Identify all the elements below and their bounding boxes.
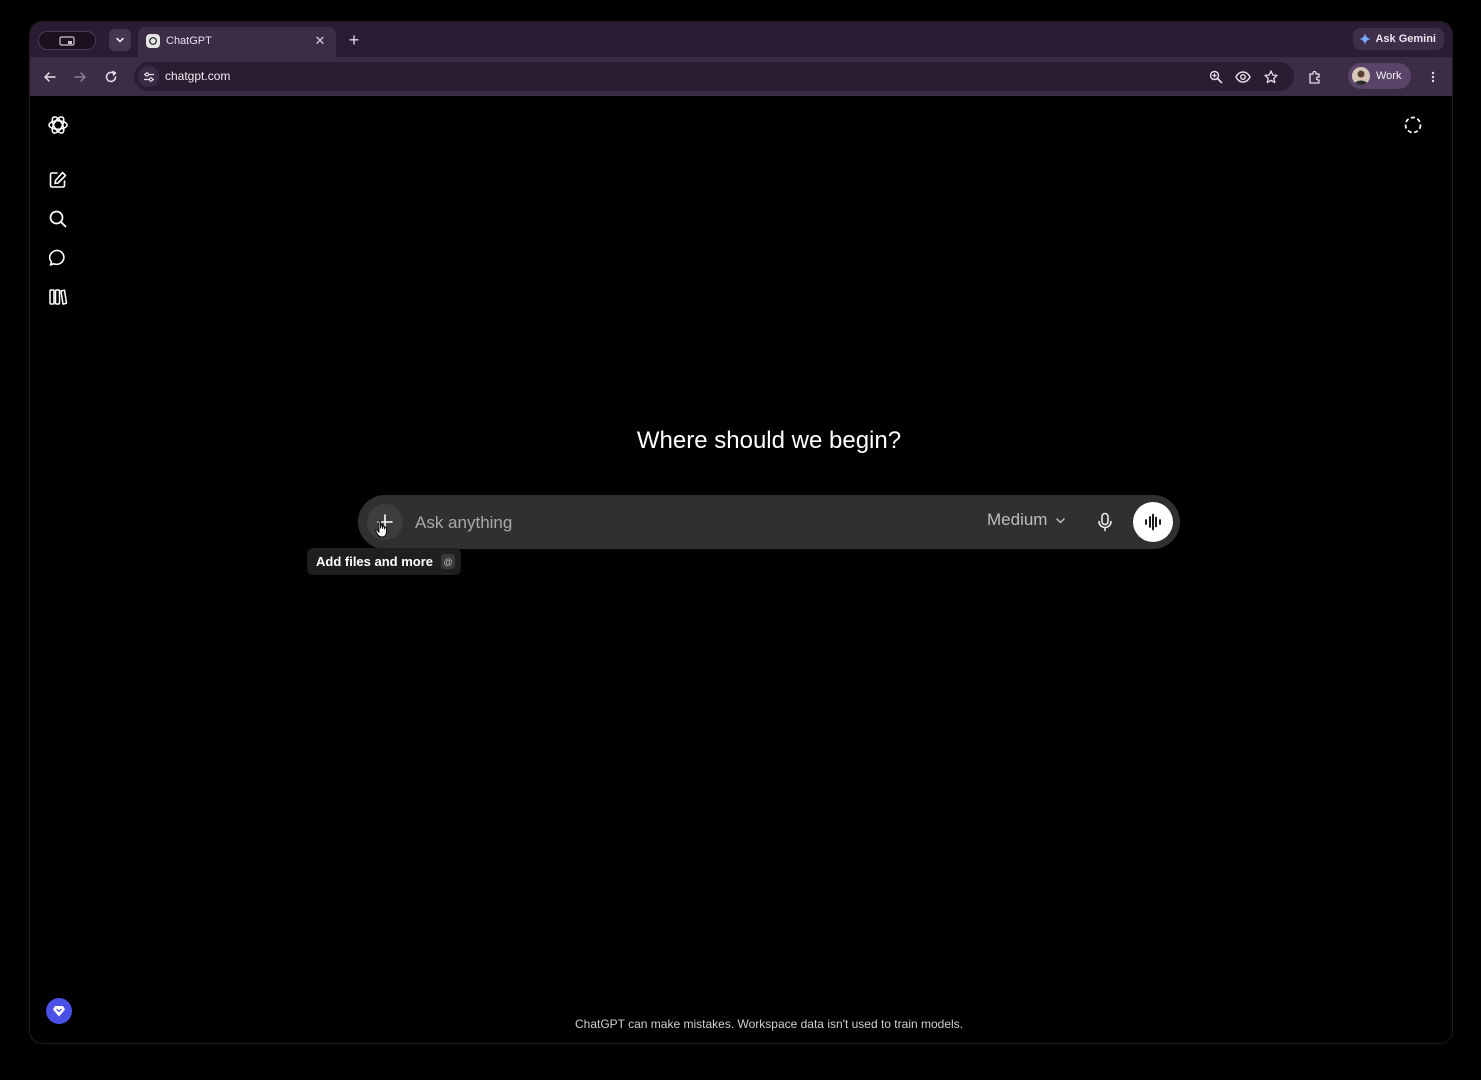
model-label: Medium <box>987 510 1048 529</box>
bookmark-star-icon[interactable] <box>1262 68 1280 86</box>
profile-button[interactable]: Work <box>1348 63 1412 89</box>
ask-gemini-button[interactable]: Ask Gemini <box>1353 28 1444 50</box>
tab-group-pill[interactable] <box>38 31 96 50</box>
reload-icon <box>105 70 117 83</box>
disclaimer-text: ChatGPT can make mistakes. Workspace dat… <box>574 1017 964 1031</box>
close-tab-icon[interactable]: ✕ <box>312 33 328 49</box>
chatgpt-favicon-icon <box>146 34 160 48</box>
profile-label: Work <box>1376 70 1402 82</box>
arrow-right-icon <box>74 72 86 82</box>
new-tab-button[interactable]: + <box>344 30 364 50</box>
search-icon[interactable] <box>44 205 72 233</box>
add-files-tooltip: Add files and more @ <box>307 548 462 575</box>
voice-mode-button[interactable] <box>1133 502 1173 542</box>
arrow-left-icon <box>44 72 56 82</box>
hand-cursor-icon <box>375 520 387 538</box>
tab-strip: ChatGPT ✕ + Ask Gemini <box>30 22 1452 57</box>
gemini-sparkle-icon <box>1359 33 1372 45</box>
chatgpt-page: Where should we begin? Medium <box>30 96 1452 1043</box>
reload-button[interactable] <box>101 67 121 87</box>
page-title: Where should we begin? <box>636 427 902 454</box>
microphone-icon <box>1098 512 1112 532</box>
site-info-button[interactable] <box>138 66 159 87</box>
openai-logo-icon[interactable] <box>44 111 72 139</box>
avatar <box>1352 67 1370 85</box>
composer: Medium <box>358 495 1180 549</box>
tab-chatgpt[interactable]: ChatGPT ✕ <box>138 27 336 57</box>
chat-icon[interactable] <box>44 244 72 272</box>
tooltip-text: Add files and more <box>316 554 434 569</box>
help-diamond-icon <box>53 1006 65 1017</box>
model-selector[interactable]: Medium <box>987 510 1066 530</box>
chevron-down-icon <box>116 37 124 43</box>
back-button[interactable] <box>40 67 60 87</box>
tab-overview-icon <box>59 35 75 46</box>
prompt-input[interactable] <box>413 510 957 536</box>
eye-icon[interactable] <box>1234 68 1252 86</box>
tune-icon <box>143 71 154 82</box>
forward-button[interactable] <box>70 67 90 87</box>
new-chat-icon[interactable] <box>44 166 72 194</box>
url-text: chatgpt.com <box>165 69 231 83</box>
library-icon[interactable] <box>44 283 72 311</box>
browser-window: ChatGPT ✕ + Ask Gemini chatgpt.com Work … <box>30 22 1452 1043</box>
address-bar[interactable]: chatgpt.com <box>134 62 1294 91</box>
ask-gemini-label: Ask Gemini <box>1375 33 1436 45</box>
extensions-button[interactable] <box>1305 67 1325 87</box>
more-vertical-icon <box>1431 71 1435 83</box>
tab-title: ChatGPT <box>166 35 212 47</box>
puzzle-icon <box>1309 70 1320 84</box>
chevron-down-icon <box>1056 517 1066 523</box>
tooltip-shortcut: @ <box>441 554 456 569</box>
temporary-chat-icon[interactable] <box>1399 111 1427 139</box>
zoom-icon[interactable] <box>1207 68 1225 86</box>
waveform-icon <box>1145 513 1161 531</box>
browser-menu-button[interactable] <box>1423 67 1443 87</box>
dictate-button[interactable] <box>1092 509 1118 535</box>
browser-toolbar: chatgpt.com Work <box>30 57 1452 96</box>
tab-search-button[interactable] <box>109 29 131 51</box>
